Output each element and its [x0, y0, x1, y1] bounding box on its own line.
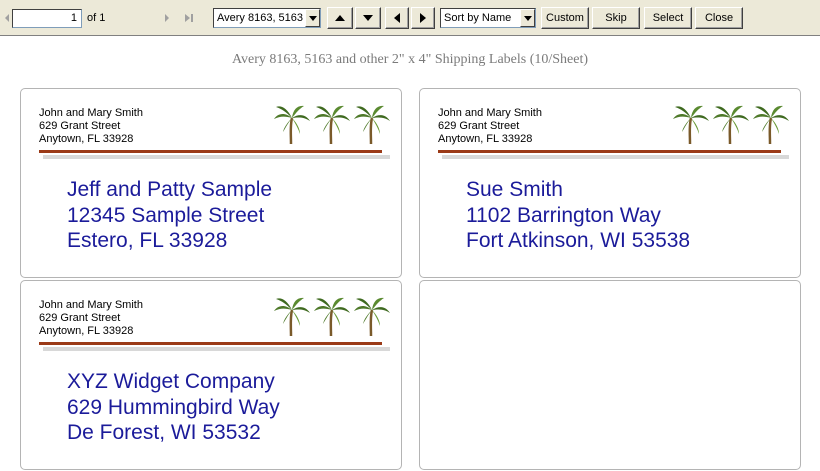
skip-button-label: Skip [605, 12, 627, 24]
custom-button-label: Custom [546, 12, 584, 24]
dropdown-arrow-icon[interactable] [520, 9, 535, 27]
sort-value: Sort by Name [444, 12, 512, 24]
recipient-line-3: Fort Atkinson, WI 53538 [466, 229, 691, 252]
shipping-label-1[interactable]: John and Mary Smith 629 Grant Street Any… [20, 88, 402, 278]
recipient-line-1: XYZ Widget Company [67, 370, 275, 393]
empty-label-slot[interactable] [419, 280, 801, 470]
dropdown-arrow-icon[interactable] [305, 9, 320, 27]
return-city: Anytown, FL 33928 [39, 325, 134, 337]
move-right-button[interactable] [411, 7, 435, 29]
return-city: Anytown, FL 33928 [438, 133, 533, 145]
palm-tree-icon [672, 104, 790, 144]
return-street: 629 Grant Street [39, 120, 121, 132]
move-down-icon [363, 15, 373, 21]
return-name: John and Mary Smith [39, 299, 143, 311]
recipient-address: XYZ Widget Company 629 Hummingbird Way D… [67, 369, 280, 446]
palm-tree-icon [273, 104, 391, 144]
divider-shadow [43, 155, 390, 159]
label-format-value: Avery 8163, 5163 [217, 12, 304, 24]
recipient-line-2: 12345 Sample Street [67, 203, 265, 227]
move-up-button[interactable] [327, 7, 353, 29]
move-up-icon [335, 15, 345, 21]
return-name: John and Mary Smith [438, 107, 542, 119]
move-down-button[interactable] [355, 7, 381, 29]
select-button[interactable]: Select [644, 7, 692, 29]
recipient-line-2: 629 Hummingbird Way [67, 395, 280, 419]
select-button-label: Select [652, 12, 684, 24]
return-name: John and Mary Smith [39, 107, 143, 119]
divider-shadow [43, 347, 390, 351]
palm-tree-icon [273, 296, 391, 336]
move-left-icon [394, 13, 400, 23]
custom-button[interactable]: Custom [541, 7, 589, 29]
return-street: 629 Grant Street [39, 312, 121, 324]
sort-select[interactable]: Sort by Name [440, 8, 536, 28]
move-right-icon [420, 13, 426, 23]
move-left-button[interactable] [385, 7, 409, 29]
return-address: John and Mary Smith 629 Grant Street Any… [39, 299, 143, 338]
return-city: Anytown, FL 33928 [39, 133, 134, 145]
return-address: John and Mary Smith 629 Grant Street Any… [39, 107, 143, 146]
label-format-select[interactable]: Avery 8163, 5163 [213, 8, 321, 28]
recipient-line-3: De Forest, WI 53532 [67, 421, 261, 444]
close-button-label: Close [704, 12, 734, 24]
return-street: 629 Grant Street [438, 120, 520, 132]
shipping-label-3[interactable]: John and Mary Smith 629 Grant Street Any… [20, 280, 402, 470]
divider-line [39, 150, 382, 153]
divider-line [438, 150, 781, 153]
return-address: John and Mary Smith 629 Grant Street Any… [438, 107, 542, 146]
recipient-line-3: Estero, FL 33928 [67, 229, 228, 252]
close-button[interactable]: Close [695, 7, 743, 29]
recipient-line-2: 1102 Barrington Way [466, 203, 661, 227]
recipient-address: Sue Smith 1102 Barrington Way Fort Atkin… [466, 177, 690, 254]
recipient-address: Jeff and Patty Sample 12345 Sample Stree… [67, 177, 272, 254]
skip-button[interactable]: Skip [592, 7, 640, 29]
recipient-line-1: Jeff and Patty Sample [67, 178, 273, 201]
page-count-text: of 1 [87, 12, 106, 24]
next-page-icon[interactable] [160, 10, 174, 26]
sheet-title: Avery 8163, 5163 and other 2" x 4" Shipp… [231, 52, 589, 67]
last-page-icon[interactable] [182, 10, 196, 26]
recipient-line-1: Sue Smith [466, 178, 563, 201]
divider-shadow [442, 155, 789, 159]
toolbar: 1 of 1 Avery 8163, 5163 Sort by Name Cus… [0, 0, 820, 36]
page-number-input[interactable]: 1 [12, 9, 82, 28]
divider-line [39, 342, 382, 345]
shipping-label-2[interactable]: John and Mary Smith 629 Grant Street Any… [419, 88, 801, 278]
